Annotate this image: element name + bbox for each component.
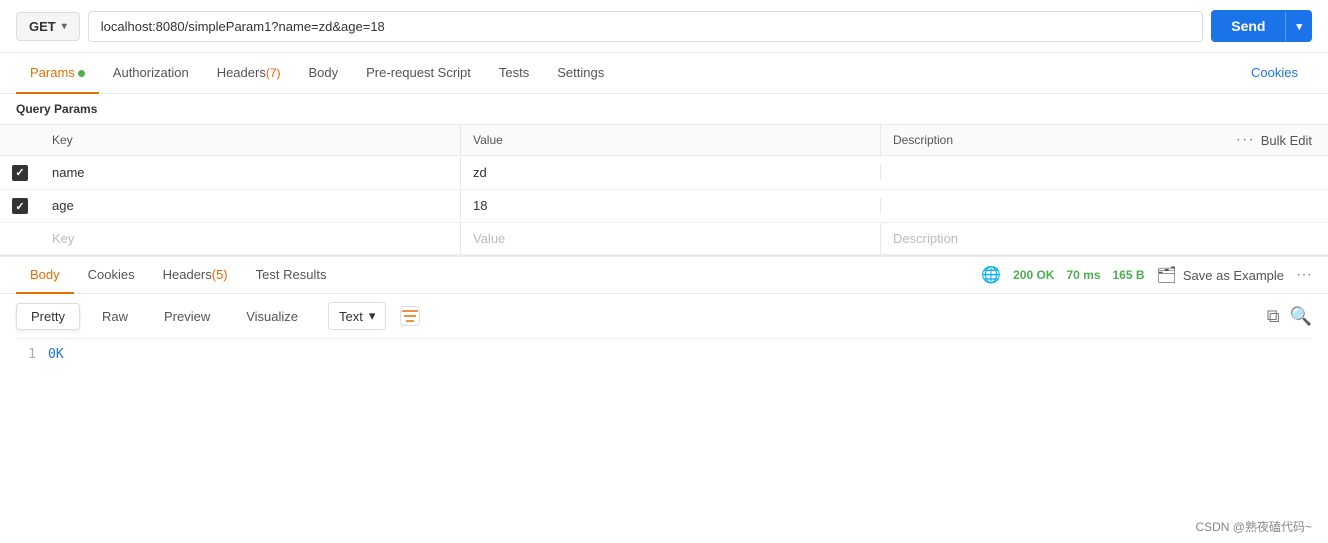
th-value: Value (460, 125, 880, 155)
tab-authorization-label: Authorization (113, 65, 189, 80)
send-chevron-icon: ▾ (1285, 12, 1312, 41)
code-line: 1 0K (16, 347, 1312, 362)
rtab-cookies[interactable]: Cookies (74, 257, 149, 294)
row2-value[interactable]: 18 (460, 190, 880, 221)
tab-authorization[interactable]: Authorization (99, 53, 203, 94)
rtab-headers-count: (5) (212, 267, 228, 282)
row1-description[interactable] (880, 164, 1328, 180)
params-dot-icon (78, 70, 85, 77)
status-area: 🌐 200 OK 70 ms 165 B 🗂 Save as Example ·… (981, 265, 1312, 285)
rtab-test-results-label: Test Results (256, 267, 327, 282)
text-dropdown-chevron-icon: ▾ (369, 308, 376, 324)
rtab-headers-label: Headers (163, 267, 212, 282)
send-label: Send (1211, 10, 1285, 42)
send-button[interactable]: Send ▾ (1211, 10, 1312, 42)
tab-settings[interactable]: Settings (543, 53, 618, 94)
url-input[interactable] (88, 11, 1203, 42)
row3-desc-placeholder[interactable]: Description (880, 223, 1328, 254)
tab-headers[interactable]: Headers(7) (203, 53, 295, 94)
text-dropdown-label: Text (339, 309, 363, 324)
copy-icon[interactable]: ⧉ (1267, 306, 1280, 327)
more-options-icon[interactable]: ··· (1296, 266, 1312, 284)
tab-prerequest[interactable]: Pre-request Script (352, 53, 485, 94)
table-row: Key Value Description (0, 223, 1328, 255)
status-ok-badge: 200 OK (1013, 268, 1054, 282)
save-example-label: Save as Example (1183, 268, 1284, 283)
tab-settings-label: Settings (557, 65, 604, 80)
tab-headers-label: Headers (217, 65, 266, 80)
row2-check[interactable] (0, 190, 40, 223)
line-number: 1 (16, 347, 36, 362)
format-row: Pretty Raw Preview Visualize Text ▾ ⧉ 🔍 (16, 294, 1312, 339)
bulk-edit-area: ··· Bulk Edit (1236, 131, 1328, 149)
query-params-label: Query Params (0, 94, 1328, 124)
table-row: age 18 (0, 190, 1328, 224)
method-label: GET (29, 19, 56, 34)
checkbox-age[interactable] (12, 198, 28, 214)
th-check (0, 132, 40, 148)
tab-body[interactable]: Body (295, 53, 353, 94)
response-tabs: Body Cookies Headers(5) Test Results 🌐 2… (0, 255, 1328, 294)
response-time: 70 ms (1066, 268, 1100, 282)
format-preview-button[interactable]: Preview (150, 304, 224, 329)
row3-value-placeholder[interactable]: Value (460, 223, 880, 254)
rtab-body[interactable]: Body (16, 257, 74, 294)
bulk-edit-label[interactable]: Bulk Edit (1261, 133, 1312, 148)
save-icon: 🗂 (1157, 265, 1177, 285)
row1-check[interactable] (0, 156, 40, 189)
checkbox-name[interactable] (12, 165, 28, 181)
save-as-example-button[interactable]: 🗂 Save as Example (1157, 265, 1284, 285)
row1-key[interactable]: name (40, 157, 460, 188)
format-visualize-button[interactable]: Visualize (232, 304, 312, 329)
response-body: Pretty Raw Preview Visualize Text ▾ ⧉ 🔍 … (0, 294, 1328, 370)
rtab-test-results[interactable]: Test Results (242, 257, 341, 294)
method-chevron-icon: ▾ (62, 21, 67, 32)
tab-params[interactable]: Params (16, 53, 99, 94)
request-tabs: Params Authorization Headers(7) Body Pre… (0, 53, 1328, 94)
format-pretty-button[interactable]: Pretty (16, 303, 80, 330)
globe-icon: 🌐 (981, 265, 1001, 285)
row3-key-placeholder[interactable]: Key (40, 223, 460, 254)
filter-icon[interactable] (400, 306, 420, 326)
watermark: CSDN @熟夜磕代码~ (1195, 518, 1312, 535)
rtab-body-label: Body (30, 267, 60, 282)
right-icons: ⧉ 🔍 (1267, 306, 1312, 327)
params-table-header: Key Value Description ··· Bulk Edit (0, 124, 1328, 156)
tab-cookies-right[interactable]: Cookies (1237, 53, 1312, 94)
headers-count: (7) (266, 66, 281, 80)
th-key: Key (40, 125, 460, 155)
rtab-headers[interactable]: Headers(5) (149, 257, 242, 294)
row1-value[interactable]: zd (460, 157, 880, 188)
format-raw-button[interactable]: Raw (88, 304, 142, 329)
bulk-dots-icon: ··· (1236, 131, 1255, 149)
row2-description[interactable] (880, 198, 1328, 214)
row2-key[interactable]: age (40, 190, 460, 221)
response-size: 165 B (1113, 268, 1145, 282)
rtab-cookies-label: Cookies (88, 267, 135, 282)
text-format-dropdown[interactable]: Text ▾ (328, 302, 386, 330)
th-description: Description (880, 125, 1236, 155)
tab-params-label: Params (30, 65, 75, 80)
method-selector[interactable]: GET ▾ (16, 12, 80, 41)
url-bar: GET ▾ Send ▾ (0, 0, 1328, 53)
code-content: 0K (48, 347, 64, 362)
tab-prerequest-label: Pre-request Script (366, 65, 471, 80)
tab-tests-label: Tests (499, 65, 529, 80)
cookies-right-label: Cookies (1251, 65, 1298, 80)
search-icon[interactable]: 🔍 (1290, 306, 1312, 327)
tab-tests[interactable]: Tests (485, 53, 543, 94)
tab-body-label: Body (309, 65, 339, 80)
table-row: name zd (0, 156, 1328, 190)
code-area: 1 0K (16, 339, 1312, 370)
row3-check (0, 231, 40, 247)
